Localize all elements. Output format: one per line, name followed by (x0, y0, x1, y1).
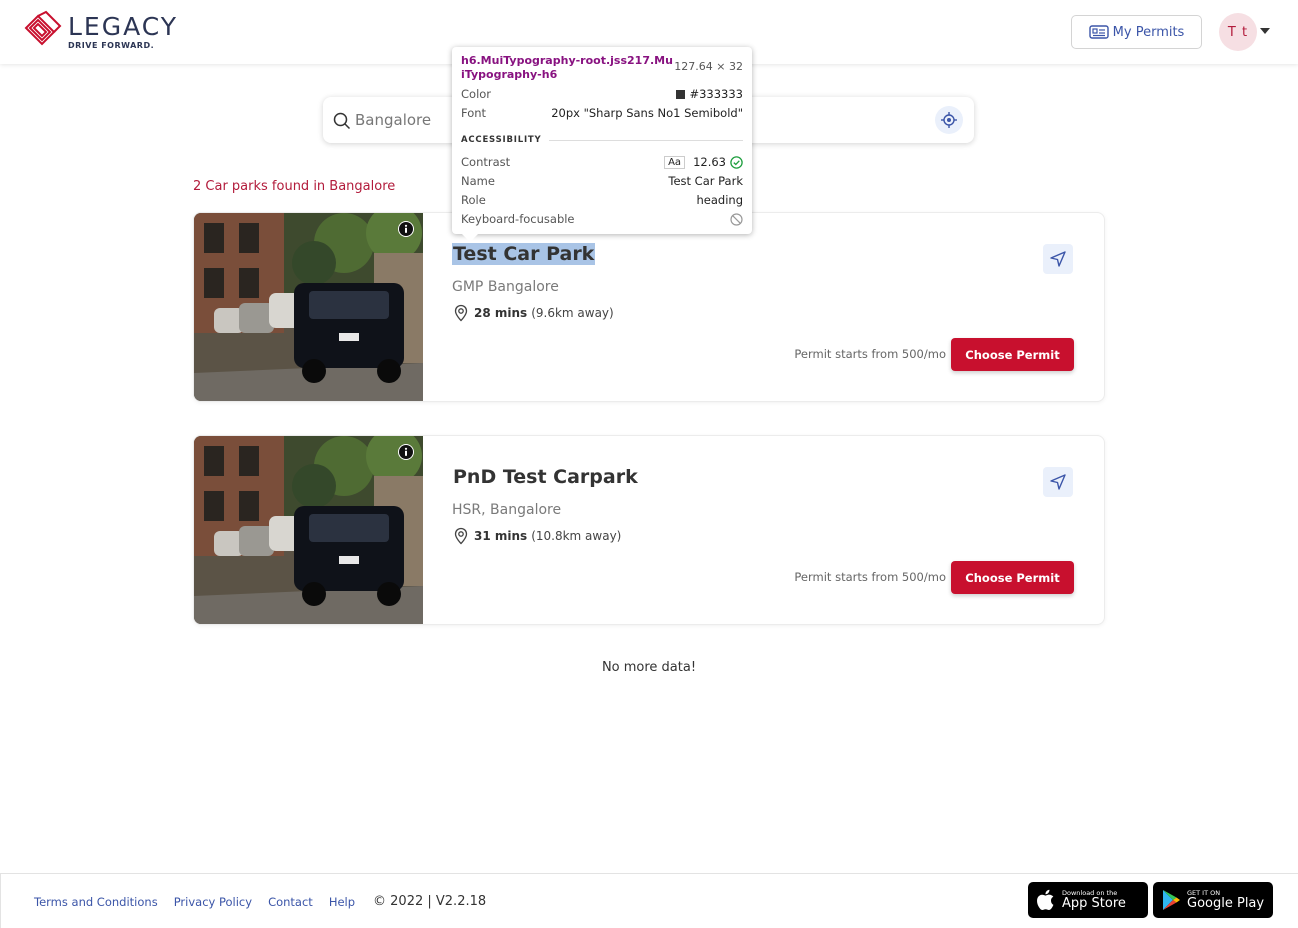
footer-links: Terms and Conditions Privacy Policy Cont… (34, 894, 486, 909)
choose-permit-button[interactable]: Choose Permit (951, 338, 1074, 371)
distance-text: (10.8km away) (531, 529, 622, 543)
user-avatar[interactable]: T t (1219, 13, 1257, 51)
car-park-photo (194, 436, 423, 624)
car-park-distance: 28 mins (9.6km away) (452, 304, 614, 322)
google-play-icon (1163, 890, 1180, 910)
permit-price: Permit starts from 500/mo (794, 347, 946, 361)
distance-text: (9.6km away) (531, 306, 614, 320)
travel-time: 28 mins (474, 306, 528, 320)
footer: Terms and Conditions Privacy Policy Cont… (0, 873, 1298, 928)
tooltip-role-value: heading (696, 193, 744, 207)
location-pin-icon (454, 527, 468, 545)
car-park-card[interactable]: Test Car Park GMP Bangalore 28 mins (9.6… (193, 212, 1105, 402)
crosshair-icon (941, 112, 957, 128)
google-play-big-text: Google Play (1187, 895, 1265, 911)
car-park-card[interactable]: PnD Test Carpark HSR, Bangalore 31 mins … (193, 435, 1105, 625)
tooltip-size: 127.64 × 32 (674, 60, 743, 73)
tooltip-contrast-row: Contrast Aa 12.63 (461, 154, 743, 170)
current-location-button[interactable] (935, 106, 963, 134)
terms-link[interactable]: Terms and Conditions (34, 895, 158, 909)
tooltip-keyboard-row: Keyboard-focusable (461, 211, 743, 227)
check-circle-icon (730, 155, 743, 169)
app-store-big-text: App Store (1062, 895, 1126, 911)
tooltip-font-row: Font 20px "Sharp Sans No1 Semibold" (461, 105, 743, 121)
tooltip-color-value: #333333 (689, 87, 743, 101)
tooltip-keyboard-label: Keyboard-focusable (461, 212, 575, 226)
caret-down-icon[interactable] (1260, 28, 1270, 34)
tooltip-contrast-value: 12.63 (693, 155, 726, 169)
tooltip-font-value: 20px "Sharp Sans No1 Semibold" (551, 106, 743, 120)
logo-mark-icon (24, 10, 62, 46)
devtools-inspect-tooltip: h6.MuiTypography-root.jss217.MuiTypograp… (452, 47, 752, 242)
result-count: 2 Car parks found in Bangalore (193, 179, 396, 194)
search-icon (333, 112, 351, 130)
travel-time: 31 mins (474, 529, 528, 543)
tooltip-role-label: Role (461, 193, 486, 207)
color-swatch (676, 89, 686, 99)
copyright-version: © 2022 | V2.2.18 (373, 894, 487, 909)
car-park-title[interactable]: PnD Test Carpark (452, 466, 639, 488)
permit-card-icon (1088, 25, 1109, 39)
tooltip-font-label: Font (461, 106, 487, 120)
choose-permit-button[interactable]: Choose Permit (951, 561, 1074, 594)
tooltip-name-row: Name Test Car Park (461, 173, 743, 189)
car-park-photo (194, 213, 423, 401)
tooltip-contrast-label: Contrast (461, 155, 511, 169)
info-icon[interactable] (398, 444, 414, 460)
info-icon[interactable] (398, 221, 414, 237)
location-pin-icon (454, 304, 468, 322)
privacy-link[interactable]: Privacy Policy (174, 895, 252, 909)
navigation-arrow-icon (1050, 251, 1066, 267)
my-permits-button[interactable]: My Permits (1071, 15, 1202, 49)
page: LEGACY DRIVE FORWARD. My Permits T t Ban… (0, 0, 1298, 928)
directions-button[interactable] (1043, 467, 1073, 497)
navigation-arrow-icon (1050, 474, 1066, 490)
tooltip-color-row: Color #333333 (461, 86, 743, 102)
app-store-badge[interactable]: Download on the App Store (1028, 882, 1148, 918)
directions-button[interactable] (1043, 244, 1073, 274)
contrast-sample: Aa (664, 155, 686, 169)
tooltip-selector: h6.MuiTypography-root.jss217.MuiTypograp… (461, 54, 673, 81)
tooltip-role-row: Role heading (461, 192, 743, 208)
permit-price: Permit starts from 500/mo (794, 570, 946, 584)
logo-wordmark: LEGACY (68, 12, 179, 41)
tooltip-color-label: Color (461, 87, 492, 101)
car-park-area: HSR, Bangalore (452, 502, 562, 518)
car-park-distance: 31 mins (10.8km away) (452, 527, 621, 545)
not-allowed-icon (730, 212, 743, 226)
tooltip-name-value: Test Car Park (668, 174, 743, 188)
legacy-logo[interactable]: LEGACY DRIVE FORWARD. (24, 10, 184, 52)
my-permits-label: My Permits (1112, 24, 1185, 40)
google-play-badge[interactable]: GET IT ON Google Play (1153, 882, 1273, 918)
contact-link[interactable]: Contact (268, 895, 313, 909)
car-park-area: GMP Bangalore (452, 279, 559, 295)
tooltip-accessibility-heading: ACCESSIBILITY (461, 135, 743, 145)
end-of-list-text: No more data! (601, 660, 697, 675)
tooltip-name-label: Name (461, 174, 495, 188)
car-park-title[interactable]: Test Car Park (452, 243, 596, 265)
logo-tagline: DRIVE FORWARD. (68, 41, 155, 50)
apple-icon (1037, 889, 1054, 910)
help-link[interactable]: Help (329, 895, 355, 909)
